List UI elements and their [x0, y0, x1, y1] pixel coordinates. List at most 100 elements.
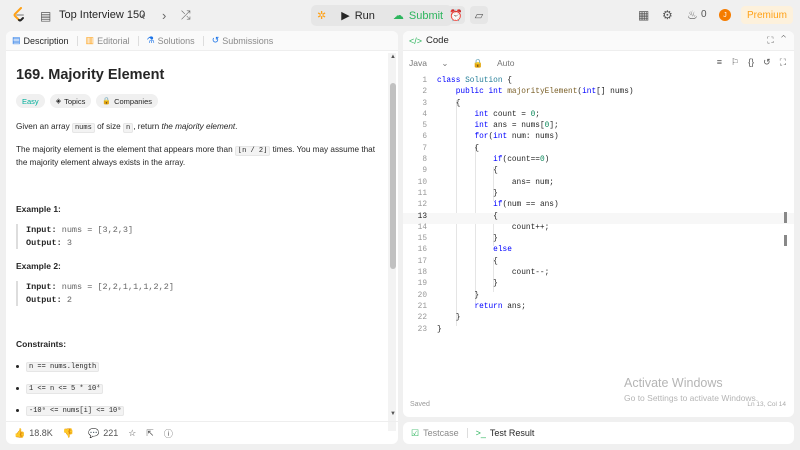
- code-line[interactable]: 17 {: [403, 258, 794, 269]
- code-line[interactable]: 15 }: [403, 235, 794, 246]
- line-number: 23: [417, 325, 427, 334]
- prev-problem-icon[interactable]: ‹: [141, 8, 145, 23]
- fire-icon[interactable]: ♨: [687, 8, 698, 22]
- tab-editorial[interactable]: ▥ Editorial: [86, 35, 130, 46]
- timer-button[interactable]: ⏰: [447, 6, 465, 24]
- editor-scroll-marker[interactable]: [784, 212, 787, 223]
- reset-icon[interactable]: ↺: [763, 57, 771, 68]
- favorite-button[interactable]: ☆: [128, 428, 136, 439]
- topics-button[interactable]: ◈ Topics: [49, 94, 92, 108]
- code-line[interactable]: 4 int count = 0;: [403, 111, 794, 122]
- problem-list-title[interactable]: Top Interview 150: [59, 9, 145, 21]
- line-number: 16: [417, 246, 427, 255]
- grid-icon[interactable]: ▦: [638, 8, 649, 22]
- dislike-button[interactable]: 👎: [63, 428, 78, 439]
- like-button[interactable]: 👍 18.8K: [14, 428, 53, 439]
- code-line[interactable]: 11 }: [403, 190, 794, 201]
- companies-button[interactable]: 🔒 Companies: [96, 94, 158, 108]
- avatar[interactable]: J: [719, 9, 731, 21]
- play-icon: ▶: [341, 10, 350, 22]
- help-button[interactable]: ⓘ: [164, 427, 173, 440]
- code-line[interactable]: 23}: [403, 326, 794, 337]
- chevron-up-icon[interactable]: ⌃: [781, 35, 786, 45]
- code-line[interactable]: 9 {: [403, 167, 794, 178]
- code-line[interactable]: 3 {: [403, 100, 794, 111]
- tab-test-result[interactable]: >_ Test Result: [476, 428, 535, 438]
- inline-code: n: [123, 123, 134, 133]
- code-text: {: [437, 144, 480, 153]
- document-icon: ▤: [12, 35, 21, 45]
- submit-label: Submit: [408, 9, 444, 22]
- code-line[interactable]: 18 count--;: [403, 269, 794, 280]
- code-line[interactable]: 10 ans= num;: [403, 179, 794, 190]
- format-icon[interactable]: ≡: [717, 57, 722, 68]
- submit-button[interactable]: ☁ Submit: [384, 5, 452, 26]
- star-icon: ☆: [128, 427, 137, 438]
- tab-solutions[interactable]: ⚗ Solutions: [147, 35, 195, 46]
- line-number: 15: [417, 235, 427, 244]
- bookmark-icon[interactable]: ⚐: [731, 57, 739, 68]
- output-label: Output:: [26, 294, 62, 305]
- code-text: class Solution {: [437, 77, 512, 85]
- next-problem-icon[interactable]: ›: [162, 8, 166, 23]
- scroll-down-icon[interactable]: ▼: [390, 411, 396, 417]
- history-icon: ↺: [211, 35, 220, 45]
- code-title: Code: [426, 35, 449, 46]
- code-line[interactable]: 20 }: [403, 292, 794, 303]
- code-line[interactable]: 22 }: [403, 314, 794, 325]
- share-button[interactable]: ⇱: [146, 428, 154, 439]
- line-number: 7: [422, 144, 427, 153]
- braces-icon[interactable]: {}: [748, 57, 754, 68]
- problem-list-icon[interactable]: ▤: [40, 9, 51, 23]
- lock-icon: 🔒: [102, 98, 112, 105]
- gear-icon[interactable]: ⚙: [662, 8, 673, 22]
- description-scrollbar-thumb[interactable]: [390, 83, 396, 269]
- shuffle-icon[interactable]: ⤮: [181, 8, 191, 23]
- code-editor[interactable]: 1 class Solution {2 public int majorityEl…: [403, 77, 794, 337]
- editor-scroll-marker[interactable]: [784, 235, 787, 246]
- code-line[interactable]: 2 public int majorityElement(int[] nums): [403, 88, 794, 99]
- run-button[interactable]: ▶ Run: [332, 5, 384, 26]
- language-select[interactable]: Java ⌄: [409, 58, 460, 69]
- comments-button[interactable]: 💬 221: [88, 428, 118, 439]
- scroll-up-icon[interactable]: ▲: [390, 54, 396, 60]
- code-line[interactable]: 7 {: [403, 145, 794, 156]
- thumbs-down-icon: 👎: [62, 427, 74, 438]
- code-line[interactable]: 5 int ans = nums[0];: [403, 122, 794, 133]
- tab-description[interactable]: ▤ Description: [12, 35, 69, 46]
- bug-icon: ✲: [317, 10, 327, 22]
- tab-testcase[interactable]: ☑ Testcase: [411, 428, 459, 439]
- code-line[interactable]: 13 {: [403, 212, 794, 224]
- code-line[interactable]: 6 for(int num: nums): [403, 133, 794, 144]
- maximize-icon[interactable]: ⛶: [767, 35, 773, 45]
- comment-icon: 💬: [87, 427, 100, 438]
- debug-button[interactable]: ✲: [311, 5, 332, 26]
- code-text: }: [437, 291, 480, 300]
- code-line[interactable]: 16 else: [403, 246, 794, 257]
- premium-button[interactable]: Premium: [741, 6, 793, 24]
- code-text: public int majorityElement(int[] nums): [455, 88, 634, 97]
- code-line[interactable]: 8 if(count==0): [403, 156, 794, 167]
- auto-mode-toggle[interactable]: 🔒 Auto: [472, 58, 526, 69]
- code-text: for(int num: nums): [474, 133, 559, 142]
- tab-submissions[interactable]: ↺ Submissions: [212, 35, 274, 46]
- book-icon: ▥: [85, 35, 95, 45]
- input-label: Input:: [26, 225, 57, 235]
- code-line[interactable]: 14 count++;: [403, 224, 794, 235]
- code-line[interactable]: 1 class Solution {: [403, 77, 794, 88]
- code-panel: </> Code ⛶ ⌃ Java ⌄ 🔒 Auto ≡ ⚐ {} ↺ ⛶ 1 c…: [403, 31, 794, 417]
- code-line[interactable]: 12 if(num == ans): [403, 201, 794, 212]
- alarm-clock-icon: ⏰: [449, 9, 463, 22]
- code-line[interactable]: 19 }: [403, 280, 794, 291]
- settings-icon[interactable]: ⛶: [780, 57, 786, 68]
- notes-button[interactable]: ▱: [470, 6, 488, 24]
- panel-controls: ⛶ ⌃: [767, 35, 786, 46]
- leetcode-logo-icon[interactable]: [12, 7, 26, 23]
- code-text: {: [437, 167, 498, 176]
- line-number: 14: [417, 223, 427, 232]
- checkbox-icon: ☑: [411, 427, 420, 438]
- line-number: 17: [417, 257, 427, 266]
- code-line[interactable]: 21 return ans;: [403, 303, 794, 314]
- question-icon: ⓘ: [163, 428, 173, 439]
- problem-title[interactable]: 169. Majority Element: [16, 67, 384, 83]
